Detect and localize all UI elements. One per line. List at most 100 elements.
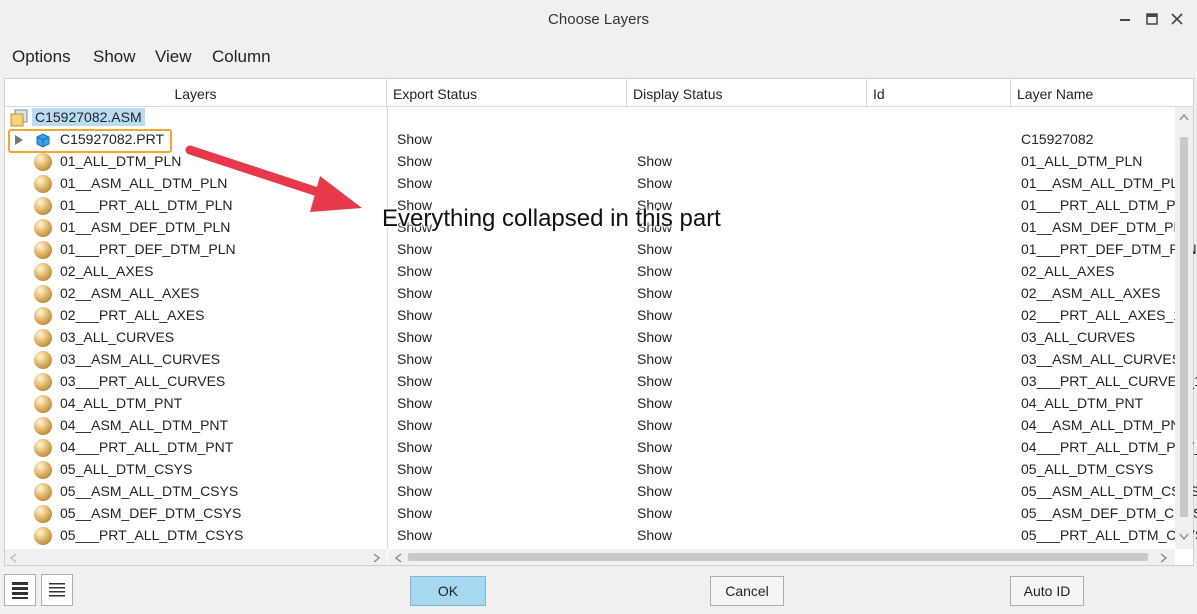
- display-status-cell: Show: [637, 285, 673, 301]
- column-header-layer-name[interactable]: Layer Name: [1011, 79, 1193, 107]
- display-status-cell: Show: [637, 307, 673, 323]
- layer-ball-icon: [34, 417, 52, 435]
- layer-name-cell: 04___PRT_ALL_DTM_PNT: [60, 439, 234, 455]
- export-status-cell: Show: [397, 175, 433, 191]
- maximize-icon[interactable]: [1143, 10, 1161, 28]
- column-header-display-status[interactable]: Display Status: [627, 79, 867, 107]
- export-status-cell: Show: [397, 461, 433, 477]
- layer-ball-icon: [34, 241, 52, 259]
- table-row[interactable]: 05__ASM_ALL_DTM_CSYS Show Show 05__ASM_ALL_…: [5, 481, 1197, 503]
- export-status-cell: Show: [397, 153, 433, 169]
- column-header-export-status[interactable]: Export Status: [387, 79, 627, 107]
- display-status-cell: Show: [637, 527, 673, 543]
- display-status-cell: Show: [637, 461, 673, 477]
- table-row[interactable]: 04___PRT_ALL_DTM_PNT Show Show 04___PRT_ALL…: [5, 437, 1197, 459]
- table-row[interactable]: 01___PRT_DEF_DTM_PLN Show Show 01___PRT_DEF…: [5, 239, 1197, 261]
- layer-name-cell: 03___PRT_ALL_CURVES: [60, 373, 226, 389]
- export-status-cell: Show: [397, 241, 433, 257]
- scroll-up-icon[interactable]: [1179, 113, 1189, 121]
- layer-name-column-cell: 05__ASM_DEF_DTM_CSYS: [1021, 505, 1197, 521]
- table-row[interactable]: 05_ALL_DTM_CSYS Show Show 05_ALL_DTM_CSYS: [5, 459, 1173, 481]
- layer-ball-icon: [34, 461, 52, 479]
- title-bar: Choose Layers: [0, 0, 1197, 40]
- table-row[interactable]: 03_ALL_CURVES Show Show 03_ALL_CURVES: [5, 327, 1173, 349]
- table-row[interactable]: 03__ASM_ALL_CURVES Show Show 03__ASM_ALL_CU…: [5, 349, 1181, 371]
- vertical-scroll-thumb[interactable]: [1180, 137, 1188, 517]
- layer-ball-icon: [34, 527, 52, 545]
- display-status-cell: Show: [637, 153, 673, 169]
- menu-column[interactable]: Column: [212, 47, 271, 67]
- layer-name-column-cell: 03___PRT_ALL_CURVES_1: [1021, 373, 1197, 389]
- root-assembly-name: C15927082.ASM: [32, 108, 145, 126]
- vertical-scrollbar[interactable]: [1175, 107, 1193, 549]
- scroll-down-icon[interactable]: [1179, 533, 1189, 541]
- table-row[interactable]: 02___PRT_ALL_AXES Show Show 02___PRT_ALL_AX…: [5, 305, 1181, 327]
- minimize-icon[interactable]: [1116, 10, 1134, 28]
- tree-root-row[interactable]: C15927082.ASM: [5, 107, 1173, 129]
- layer-ball-icon: [34, 307, 52, 325]
- display-status-cell: Show: [637, 395, 673, 411]
- table-row[interactable]: 05__ASM_DEF_DTM_CSYS Show Show 05__ASM_DEF_…: [5, 503, 1197, 525]
- layer-name-column-cell: 04___PRT_ALL_DTM_PNT_1: [1021, 439, 1197, 455]
- layer-name-cell: 01___PRT_DEF_DTM_PLN: [60, 241, 236, 257]
- table-row[interactable]: 04_ALL_DTM_PNT Show Show 04_ALL_DTM_PNT: [5, 393, 1173, 415]
- table-row[interactable]: 04__ASM_ALL_DTM_PNT Show Show 04__ASM_ALL_D…: [5, 415, 1189, 437]
- right-horizontal-scrollbar[interactable]: [388, 549, 1175, 565]
- layer-name-cell: 03__ASM_ALL_CURVES: [60, 351, 221, 367]
- layer-name-cell: 01__ASM_DEF_DTM_PLN: [60, 219, 231, 235]
- export-status-cell: Show: [397, 307, 433, 323]
- display-status-cell: Show: [637, 483, 673, 499]
- menu-options[interactable]: Options: [12, 47, 71, 67]
- layer-name-cell: 05_ALL_DTM_CSYS: [60, 461, 193, 477]
- cancel-button[interactable]: Cancel: [710, 576, 784, 606]
- column-header-layers[interactable]: Layers: [5, 79, 387, 107]
- display-status-cell: Show: [637, 175, 673, 191]
- table-row[interactable]: 02__ASM_ALL_AXES Show Show 02__ASM_ALL_AXES: [5, 283, 1173, 305]
- layer-ball-icon: [34, 505, 52, 523]
- layer-ball-icon: [34, 263, 52, 281]
- layer-name-column-cell: 03__ASM_ALL_CURVES: [1021, 351, 1182, 367]
- bottom-bar: OK Cancel Auto ID: [0, 568, 1197, 614]
- layer-name-column-cell: 02__ASM_ALL_AXES: [1021, 285, 1161, 301]
- column-header-id[interactable]: Id: [867, 79, 1011, 107]
- layer-name-cell: 05___PRT_ALL_DTM_CSYS: [60, 527, 244, 543]
- display-status-cell: Show: [637, 329, 673, 345]
- detailed-view-icon[interactable]: [4, 574, 36, 606]
- scroll-left-icon[interactable]: [394, 553, 402, 563]
- scroll-right-icon[interactable]: [373, 553, 381, 563]
- layer-name-column-cell: 02___PRT_ALL_AXES_1: [1021, 307, 1182, 323]
- menu-show[interactable]: Show: [93, 47, 136, 67]
- menu-bar: Options Show View Column: [0, 41, 1197, 73]
- export-status-cell: Show: [397, 483, 433, 499]
- layer-name-column-cell: 04_ALL_DTM_PNT: [1021, 395, 1144, 411]
- ok-button[interactable]: OK: [410, 576, 486, 606]
- layer-name-column-cell: 05_ALL_DTM_CSYS: [1021, 461, 1154, 477]
- layer-name-column-cell: 01__ASM_ALL_DTM_PLN: [1021, 175, 1189, 191]
- table-row[interactable]: 05___PRT_ALL_DTM_CSYS Show Show 05___PRT_AL…: [5, 525, 1197, 547]
- export-status-cell: Show: [397, 417, 433, 433]
- menu-view[interactable]: View: [155, 47, 192, 67]
- layer-name-column-cell: 01___PRT_ALL_DTM_PLN: [1021, 197, 1194, 213]
- layer-ball-icon: [34, 395, 52, 413]
- layer-name-cell: 03_ALL_CURVES: [60, 329, 175, 345]
- layer-name-column-cell: 03_ALL_CURVES: [1021, 329, 1136, 345]
- layer-name-column-cell: 01___PRT_DEF_DTM_PLN: [1021, 241, 1197, 257]
- part-layer-name: C15927082: [1021, 131, 1094, 147]
- scroll-right-icon[interactable]: [1160, 553, 1168, 563]
- list-view-icon[interactable]: [41, 574, 73, 606]
- part-export-status: Show: [397, 131, 433, 147]
- layer-ball-icon: [34, 439, 52, 457]
- export-status-cell: Show: [397, 439, 433, 455]
- export-status-cell: Show: [397, 527, 433, 543]
- left-horizontal-scrollbar[interactable]: [5, 549, 387, 565]
- layer-ball-icon: [34, 329, 52, 347]
- scroll-left-icon[interactable]: [9, 553, 17, 563]
- auto-id-button[interactable]: Auto ID: [1010, 576, 1084, 606]
- horizontal-scroll-thumb[interactable]: [408, 553, 1148, 561]
- table-row[interactable]: 02_ALL_AXES Show Show 02_ALL_AXES: [5, 261, 1173, 283]
- layer-name-column-cell: 04__ASM_ALL_DTM_PNT: [1021, 417, 1190, 433]
- display-status-cell: Show: [637, 373, 673, 389]
- close-icon[interactable]: [1168, 10, 1186, 28]
- assembly-icon: [10, 109, 28, 127]
- table-row[interactable]: 03___PRT_ALL_CURVES Show Show 03___PRT_ALL_…: [5, 371, 1197, 393]
